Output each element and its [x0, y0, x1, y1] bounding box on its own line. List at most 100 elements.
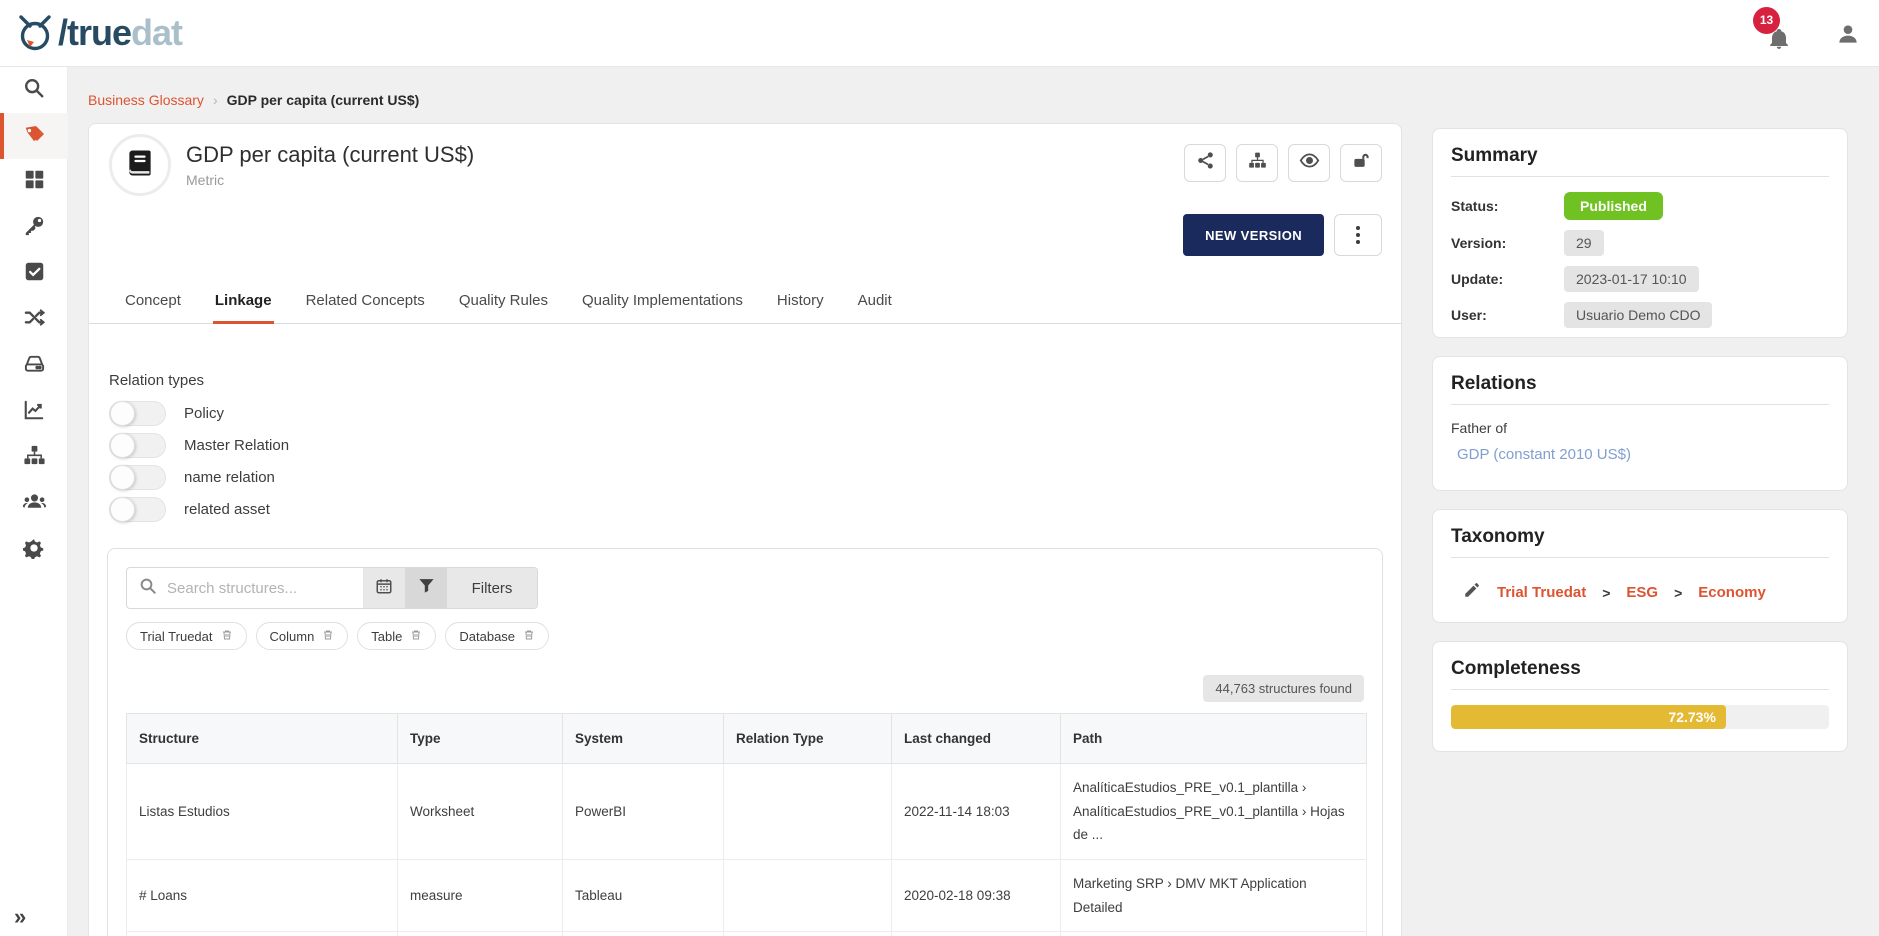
cell-relation-type — [724, 932, 892, 936]
related-concept-link[interactable]: GDP (constant 2010 US$) — [1457, 446, 1829, 463]
cell-system: Konfio DB — [563, 932, 724, 936]
toggle-related-asset-label: related asset — [184, 501, 270, 518]
notification-count-badge: 13 — [1753, 7, 1780, 34]
filters-button[interactable]: Filters — [447, 568, 537, 608]
line-chart-icon — [23, 399, 45, 426]
sidebar-item-data-sources[interactable] — [0, 343, 68, 389]
share-button[interactable] — [1184, 144, 1226, 182]
trash-icon[interactable] — [322, 628, 334, 644]
completeness-panel: Completeness 72.73% — [1432, 641, 1848, 752]
trash-icon[interactable] — [523, 628, 535, 644]
eye-icon — [1299, 150, 1320, 176]
tab-audit[interactable]: Audit — [856, 284, 894, 324]
sidebar-item-quality[interactable] — [0, 251, 68, 297]
notifications-bell-icon[interactable]: 13 — [1765, 17, 1795, 51]
trash-icon[interactable] — [410, 628, 422, 644]
tag-icon — [22, 122, 46, 151]
column-header-type[interactable]: Type — [398, 714, 563, 764]
column-header-relation-type[interactable]: Relation Type — [724, 714, 892, 764]
column-header-system[interactable]: System — [563, 714, 724, 764]
table-row[interactable]: Listas Estudios Worksheet PowerBI 2022-1… — [127, 764, 1367, 860]
toggle-related-asset[interactable] — [109, 497, 166, 522]
chip-label: Trial Truedat — [140, 629, 213, 644]
new-version-button[interactable]: NEW VERSION — [1183, 214, 1324, 256]
tab-related-concepts[interactable]: Related Concepts — [304, 284, 427, 324]
sidebar-item-search[interactable] — [0, 67, 68, 113]
sidebar-item-groups[interactable] — [0, 481, 68, 527]
toggle-name-relation[interactable] — [109, 465, 166, 490]
truedat-logo[interactable]: /truedat — [14, 12, 182, 54]
lineage-button[interactable] — [1236, 144, 1278, 182]
user-label: User: — [1451, 307, 1564, 323]
table-row[interactable]: #,loans Column Konfio DB 2020-02-18 11:5… — [127, 932, 1367, 936]
column-header-structure[interactable]: Structure — [127, 714, 398, 764]
taxonomy-link-domain[interactable]: Trial Truedat — [1497, 584, 1586, 601]
more-actions-button[interactable] — [1334, 214, 1382, 256]
chip-database[interactable]: Database — [445, 622, 549, 650]
table-row[interactable]: # Loans measure Tableau 2020-02-18 09:38… — [127, 859, 1367, 931]
structures-table: Structure Type System Relation Type Last… — [126, 713, 1367, 936]
cell-structure: # Loans — [127, 859, 398, 931]
sidebar-item-glossary[interactable] — [0, 113, 68, 159]
cell-structure: Listas Estudios — [127, 764, 398, 860]
breadcrumb-separator: › — [213, 92, 218, 108]
completeness-title: Completeness — [1451, 658, 1829, 680]
book-icon — [125, 148, 155, 183]
taxonomy-separator: > — [1674, 585, 1682, 601]
sidebar-item-permissions[interactable] — [0, 205, 68, 251]
completeness-value: 72.73% — [1668, 709, 1715, 725]
sidebar-item-settings[interactable] — [0, 527, 68, 573]
sidebar-item-structures[interactable] — [0, 435, 68, 481]
results-count-badge: 44,763 structures found — [1203, 675, 1364, 702]
cell-last-changed: 2020-02-18 09:38 — [892, 859, 1061, 931]
tab-concept[interactable]: Concept — [123, 284, 183, 324]
column-header-last-changed[interactable]: Last changed — [892, 714, 1061, 764]
chip-column[interactable]: Column — [256, 622, 349, 650]
date-filter-button[interactable] — [363, 568, 405, 608]
shuffle-icon — [23, 306, 46, 334]
cell-path: AnalíticaEstudios_PRE_v0.1_plantilla › A… — [1061, 764, 1367, 860]
chip-trial-truedat[interactable]: Trial Truedat — [126, 622, 247, 650]
kebab-icon — [1356, 226, 1360, 244]
tab-quality-implementations[interactable]: Quality Implementations — [580, 284, 745, 324]
taxonomy-link-subdomain[interactable]: ESG — [1626, 584, 1658, 601]
summary-panel: Summary Status: Published Version: 29 Up… — [1432, 128, 1848, 338]
cell-last-changed: 2022-11-14 18:03 — [892, 764, 1061, 860]
toggle-master-relation[interactable] — [109, 433, 166, 458]
taxonomy-link-leaf[interactable]: Economy — [1698, 584, 1766, 601]
cell-system: PowerBI — [563, 764, 724, 860]
cell-type: measure — [398, 859, 563, 931]
trash-icon[interactable] — [221, 628, 233, 644]
filter-funnel-button[interactable] — [405, 568, 447, 608]
toggle-policy[interactable] — [109, 401, 166, 426]
relation-kind-label: Father of — [1451, 420, 1829, 436]
toggle-name-relation-label: name relation — [184, 469, 275, 486]
tab-history[interactable]: History — [775, 284, 826, 324]
cell-path: Marketing SRP › DMV MKT Application Deta… — [1061, 859, 1367, 931]
breadcrumb-current: GDP per capita (current US$) — [227, 92, 420, 108]
sidebar-item-dashboards[interactable] — [0, 159, 68, 205]
sidebar-item-lineage[interactable] — [0, 297, 68, 343]
breadcrumb: Business Glossary › GDP per capita (curr… — [88, 92, 419, 108]
gear-icon — [23, 537, 45, 564]
relation-types-label: Relation types — [109, 372, 1381, 389]
user-profile-icon[interactable] — [1835, 21, 1861, 47]
watch-button[interactable] — [1288, 144, 1330, 182]
relations-panel: Relations Father of GDP (constant 2010 U… — [1432, 356, 1848, 491]
search-structures-input[interactable] — [167, 580, 351, 597]
edit-taxonomy-button[interactable] — [1463, 581, 1481, 604]
owl-logo-icon — [14, 12, 56, 54]
chip-table[interactable]: Table — [357, 622, 436, 650]
cell-last-changed: 2020-02-18 11:56 — [892, 932, 1061, 936]
tab-quality-rules[interactable]: Quality Rules — [457, 284, 550, 324]
unlock-button[interactable] — [1340, 144, 1382, 182]
sidebar-item-analytics[interactable] — [0, 389, 68, 435]
cell-relation-type — [724, 764, 892, 860]
chip-label: Database — [459, 629, 515, 644]
column-header-path[interactable]: Path — [1061, 714, 1367, 764]
tab-linkage[interactable]: Linkage — [213, 284, 274, 324]
sidebar-expand-button[interactable]: » — [14, 904, 26, 930]
breadcrumb-business-glossary[interactable]: Business Glossary — [88, 92, 204, 108]
update-value: 2023-01-17 10:10 — [1564, 266, 1699, 292]
unlock-icon — [1352, 151, 1371, 175]
